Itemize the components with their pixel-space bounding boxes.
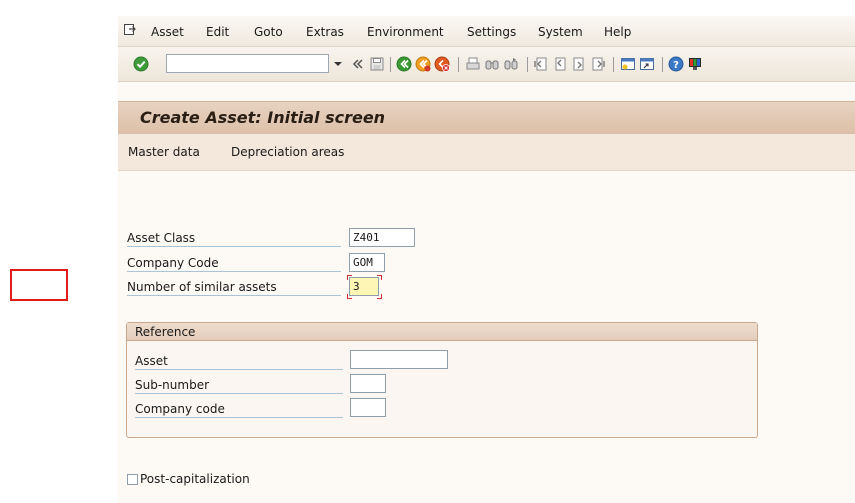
svg-text:?: ? <box>673 60 679 71</box>
find-next-icon[interactable] <box>503 56 519 72</box>
menu-asset[interactable]: Asset <box>151 25 184 39</box>
sap-window: Asset Edit Goto Extras Environment Setti… <box>118 16 855 503</box>
required-marker <box>347 294 352 299</box>
menu-help[interactable]: Help <box>604 25 631 39</box>
required-marker <box>377 294 382 299</box>
post-capitalization-checkbox[interactable] <box>127 474 138 485</box>
help-icon[interactable]: ? <box>668 56 684 72</box>
command-field[interactable] <box>166 54 329 73</box>
toolbar-separator <box>390 57 391 72</box>
toolbar-separator <box>527 57 528 72</box>
reference-sub-number-label: Sub-number <box>135 376 343 394</box>
required-marker <box>377 275 382 280</box>
first-page-icon[interactable] <box>533 56 549 72</box>
toolbar-separator <box>662 57 663 72</box>
layout-menu-icon[interactable] <box>687 56 703 72</box>
highlight-box <box>10 269 68 301</box>
find-icon[interactable] <box>484 56 500 72</box>
similar-assets-label: Number of similar assets <box>127 278 341 296</box>
page-title: Create Asset: Initial screen <box>140 108 386 127</box>
required-marker <box>347 275 352 280</box>
toolbar-separator <box>458 57 459 72</box>
shortcut-icon[interactable] <box>639 56 655 72</box>
menu-environment[interactable]: Environment <box>367 25 444 39</box>
similar-assets-field[interactable]: 3 <box>349 277 379 296</box>
double-chevron-left-icon[interactable] <box>350 56 366 72</box>
reference-group-title: Reference <box>127 323 757 341</box>
reference-asset-label: Asset <box>135 352 343 370</box>
master-data-button[interactable]: Master data <box>128 145 200 159</box>
print-icon[interactable] <box>465 56 481 72</box>
title-bar: Create Asset: Initial screen <box>118 101 855 135</box>
asset-class-label: Asset Class <box>127 229 341 247</box>
menu-edit[interactable]: Edit <box>206 25 229 39</box>
standard-toolbar: ? <box>118 47 855 82</box>
last-page-icon[interactable] <box>590 56 606 72</box>
post-capitalization-label[interactable]: Post-capitalization <box>140 472 250 486</box>
menu-icon[interactable] <box>124 24 136 35</box>
chevron-down-icon[interactable] <box>332 55 344 72</box>
reference-company-code-label: Company code <box>135 400 343 418</box>
cancel-icon[interactable] <box>434 56 450 72</box>
menu-bar: Asset Edit Goto Extras Environment Setti… <box>118 16 855 47</box>
reference-asset-field[interactable] <box>350 350 448 369</box>
application-toolbar: Master data Depreciation areas <box>118 134 855 171</box>
menu-system[interactable]: System <box>538 25 583 39</box>
asset-class-field[interactable]: Z401 <box>349 228 415 247</box>
previous-page-icon[interactable] <box>552 56 568 72</box>
depreciation-areas-button[interactable]: Depreciation areas <box>231 145 344 159</box>
next-page-icon[interactable] <box>571 56 587 72</box>
exit-icon[interactable] <box>415 56 431 72</box>
menu-extras[interactable]: Extras <box>306 25 344 39</box>
back-green-icon[interactable] <box>396 56 412 72</box>
create-session-icon[interactable] <box>620 56 636 72</box>
company-code-field[interactable]: GOM <box>349 253 385 272</box>
toolbar-separator <box>613 57 614 72</box>
reference-company-code-field[interactable] <box>350 398 386 417</box>
enter-check-icon[interactable] <box>133 56 149 72</box>
save-icon[interactable] <box>369 56 385 72</box>
company-code-label: Company Code <box>127 254 341 272</box>
reference-sub-number-field[interactable] <box>350 374 386 393</box>
menu-goto[interactable]: Goto <box>254 25 283 39</box>
reference-group: Reference Asset Sub-number Company code <box>126 322 758 438</box>
menu-settings[interactable]: Settings <box>467 25 516 39</box>
